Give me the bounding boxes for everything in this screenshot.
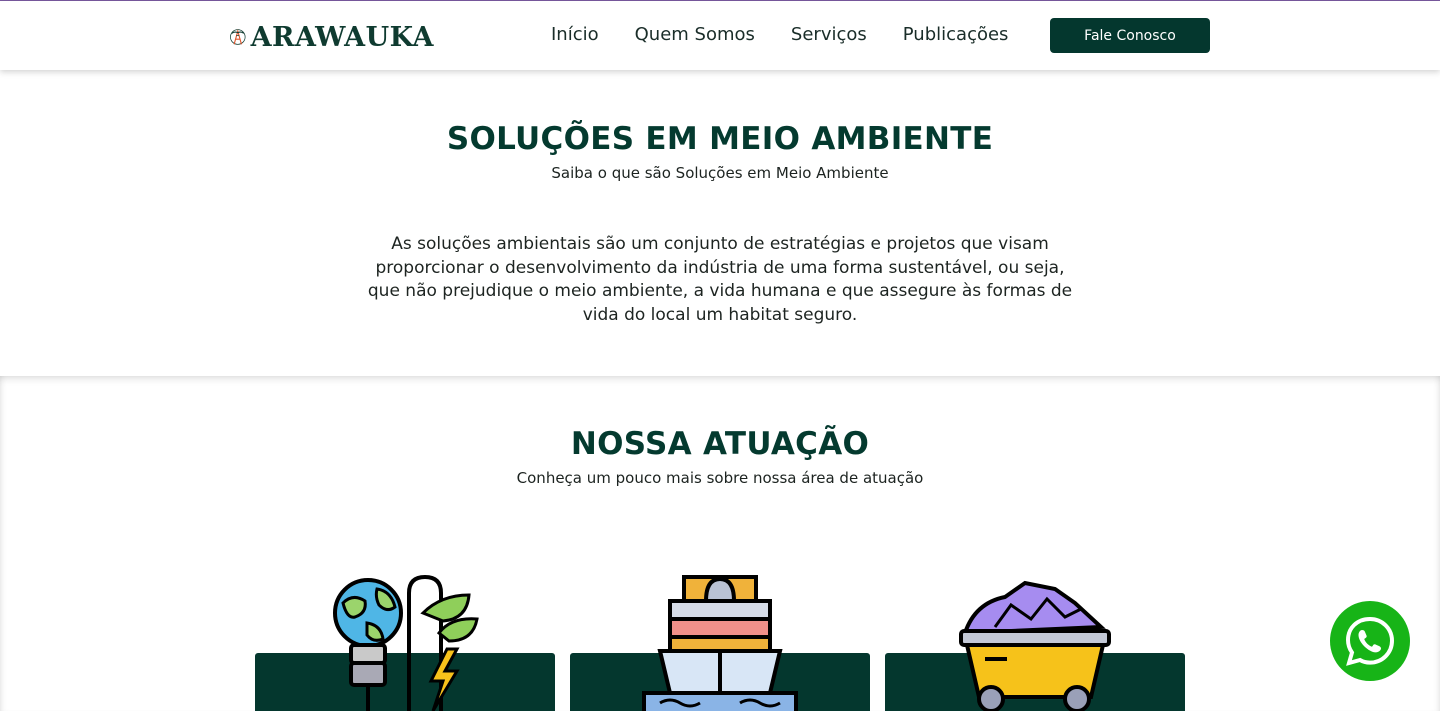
main-nav: Início Quem Somos Serviços Publicações: [551, 24, 1044, 45]
logo-text: ARAWAUKA: [250, 21, 434, 53]
solutions-paragraph: As soluções ambientais são um conjunto d…: [367, 234, 1073, 325]
logo[interactable]: ARAWAUKA: [229, 15, 434, 59]
nav-servicos[interactable]: Serviços: [791, 24, 867, 45]
whatsapp-icon: [1345, 616, 1395, 666]
solutions-title: SOLUÇÕES EM MEIO AMBIENTE: [446, 121, 994, 157]
nav-quem-somos[interactable]: Quem Somos: [635, 24, 755, 45]
solutions-section: SOLUÇÕES EM MEIO AMBIENTE Saiba o que sã…: [0, 70, 1440, 376]
fale-conosco-button[interactable]: Fale Conosco: [1050, 18, 1210, 53]
mining-cart-icon: [959, 580, 1111, 711]
whatsapp-button[interactable]: [1330, 601, 1410, 681]
atuacao-section: NOSSA ATUAÇÃO Conheça um pouco mais sobr…: [0, 376, 1440, 711]
atuacao-title: NOSSA ATUAÇÃO: [570, 426, 870, 462]
cargo-ship-icon: [642, 575, 798, 711]
solutions-subtitle: Saiba o que são Soluções em Meio Ambient…: [551, 164, 889, 182]
atuacao-subtitle: Conheça um pouco mais sobre nossa área d…: [516, 469, 924, 487]
nav-inicio[interactable]: Início: [551, 24, 599, 45]
nav-publicacoes[interactable]: Publicações: [903, 24, 1009, 45]
green-energy-icon: [333, 574, 479, 711]
site-header: ARAWAUKA Início Quem Somos Serviços Publ…: [0, 1, 1440, 70]
logo-mark-icon: [230, 29, 246, 45]
